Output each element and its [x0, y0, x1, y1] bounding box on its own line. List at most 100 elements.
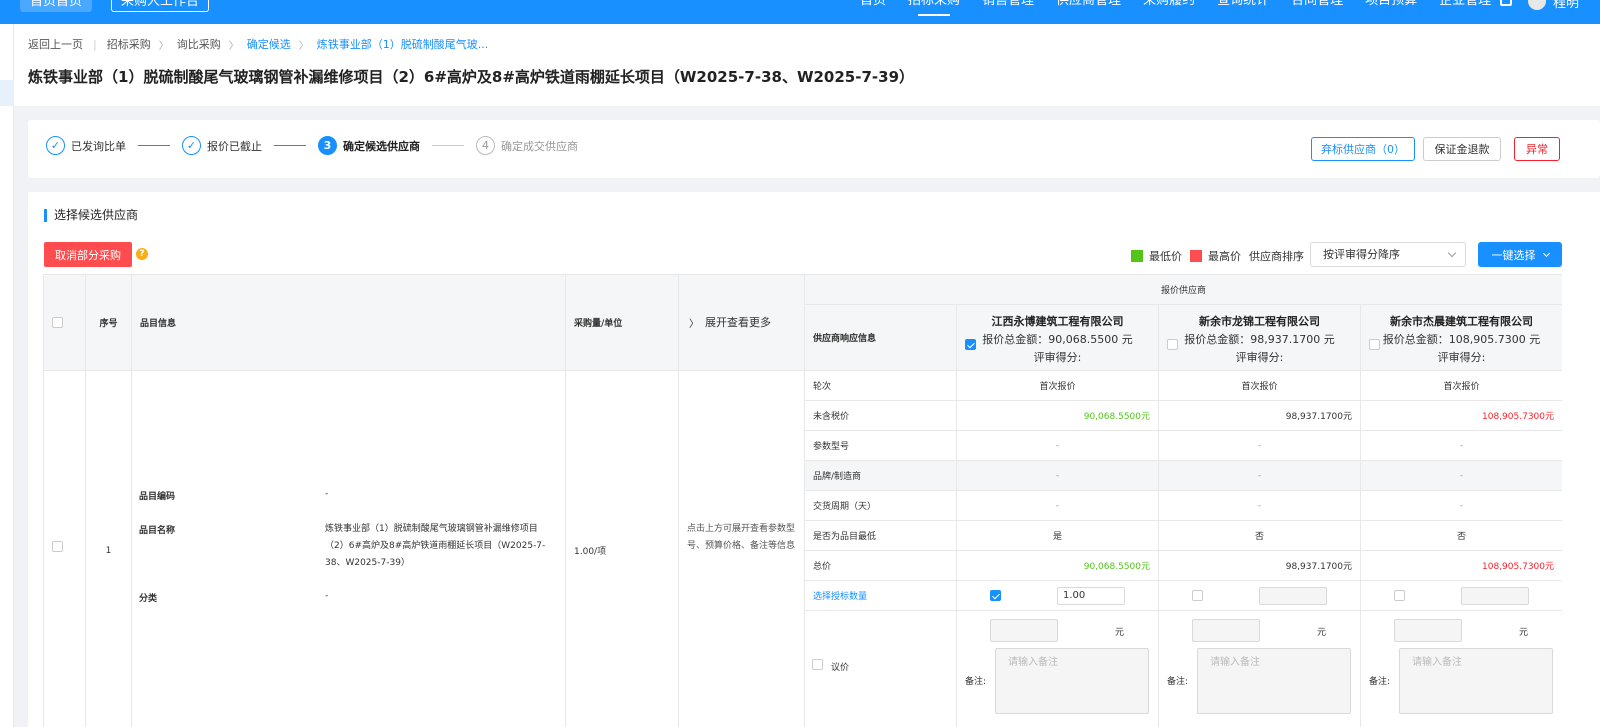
breadcrumb-item[interactable]: 招标采购: [107, 36, 151, 52]
yuan-unit: 元: [1317, 628, 1327, 638]
expand-more-link[interactable]: 展开查看更多: [705, 314, 771, 330]
remark-textarea[interactable]: 请输入备注: [1399, 648, 1553, 714]
remark-textarea[interactable]: 请输入备注: [1197, 648, 1351, 714]
remark-label: 备注:: [1369, 677, 1391, 687]
supplier-sort-select[interactable]: 按评审得分降序: [1310, 242, 1466, 267]
progress-steps: ✓ 已发询比单 ✓ 报价已截止 3 确定候选供应商 4 确定成交供应商: [46, 136, 578, 155]
award-qty-input[interactable]: [1461, 587, 1529, 605]
select-all-checkbox[interactable]: [52, 317, 63, 328]
menu-item-performance[interactable]: 采购履约: [1143, 0, 1195, 10]
breadcrumb-item[interactable]: 询比采购: [177, 36, 221, 52]
cancel-partial-purchase-button[interactable]: 取消部分采购: [44, 242, 132, 267]
avatar[interactable]: [1528, 0, 1546, 10]
supplier-name: 新余市龙锦工程有限公司: [1199, 315, 1320, 328]
menu-item-supplier[interactable]: 供应商管理: [1056, 0, 1121, 10]
abandoned-suppliers-button[interactable]: 弃标供应商（0）: [1311, 137, 1415, 161]
menu-item-enterprise[interactable]: 企业管理: [1439, 0, 1491, 10]
remark-textarea[interactable]: 请输入备注: [995, 648, 1149, 714]
breadcrumb: 返回上一页 | 招标采购 〉 询比采购 〉 确定候选 〉 炼铁事业部（1）脱硫制…: [28, 36, 488, 52]
award-qty-input[interactable]: 1.00: [1057, 587, 1125, 605]
header-expand-cell: 〉 展开查看更多: [679, 275, 805, 371]
supplier-score: 评审得分:: [1033, 351, 1082, 364]
supplier-total: 报价总金额：108,905.7300 元: [1382, 333, 1541, 346]
award-checkbox[interactable]: [1192, 590, 1203, 601]
chevron-down-icon: [1542, 249, 1550, 257]
row-expand-hint: 点击上方可展开查看参数型号、预算价格、备注等信息: [679, 371, 805, 727]
check-icon: ✓: [182, 136, 201, 155]
supplier-comparison-table: 序号 品目信息 采购量/单位 〉 展开查看更多 报价供应商 供应商响应信息 江西…: [43, 274, 1562, 727]
chevron-right-icon: 〉: [158, 40, 169, 52]
negotiate-price-input[interactable]: [990, 619, 1058, 642]
deposit-refund-button[interactable]: 保证金退款: [1423, 137, 1501, 161]
step-confirm-candidates: 3 确定候选供应商: [318, 136, 420, 155]
remark-label: 备注:: [1167, 677, 1189, 687]
row-qty-unit: 1.00/项: [566, 371, 679, 727]
one-key-select-button[interactable]: 一键选择: [1478, 242, 1562, 267]
item-name-value: 炼铁事业部（1）脱硫制酸尾气玻璃钢管补漏维修项目（2）6#高炉及8#高炉铁道雨棚…: [325, 524, 546, 568]
attr-value: 首次报价: [957, 371, 1159, 401]
attr-value: -: [957, 491, 1159, 521]
supplier-total: 报价总金额：98,937.1700 元: [1184, 333, 1335, 346]
page-header: 返回上一页 | 招标采购 〉 询比采购 〉 确定候选 〉 炼铁事业部（1）脱硫制…: [14, 24, 1600, 106]
breadcrumb-current: 炼铁事业部（1）脱硫制酸尾气玻...: [316, 38, 489, 51]
yuan-unit: 元: [1115, 628, 1125, 638]
award-qty-cell: [1159, 581, 1361, 611]
header-select-all-cell: [44, 275, 86, 371]
award-checkbox[interactable]: [990, 590, 1001, 601]
row-checkbox[interactable]: [52, 541, 63, 552]
sort-value: 按评审得分降序: [1323, 248, 1400, 261]
top-nav-bar: 首页首页 采购人工作台 首页 招标采购 销售管理 供应商管理 采购履约 查询统计…: [0, 0, 1600, 24]
menu-item-home[interactable]: 首页: [860, 0, 886, 10]
step-closed: ✓ 报价已截止: [182, 136, 262, 155]
step-label: 已发询比单: [71, 139, 126, 153]
home-button[interactable]: 首页首页: [20, 0, 93, 12]
negotiate-supplier-cell: 元 备注: 请输入备注: [1361, 611, 1562, 727]
help-icon[interactable]: ?: [136, 248, 148, 260]
sidebar-active-item[interactable]: [0, 80, 14, 106]
workbench-button[interactable]: 采购人工作台: [111, 0, 210, 12]
negotiate-checkbox[interactable]: [812, 659, 823, 670]
attr-label: 参数型号: [805, 431, 957, 461]
award-qty-input[interactable]: [1259, 587, 1327, 605]
menu-item-bidding[interactable]: 招标采购: [908, 0, 960, 16]
negotiate-price-input[interactable]: [1394, 619, 1462, 642]
chevron-right-icon: 〉: [228, 40, 239, 52]
item-code-value: -: [325, 489, 329, 499]
attr-value: 98,937.1700元: [1159, 551, 1361, 581]
abnormal-button[interactable]: 异常: [1514, 137, 1560, 161]
breadcrumb-item[interactable]: 确定候选: [247, 36, 291, 52]
row-select-cell: [44, 371, 86, 727]
attr-value: 首次报价: [1361, 371, 1562, 401]
page-title: 炼铁事业部（1）脱硫制酸尾气玻璃钢管补漏维修项目（2）6#高炉及8#高炉铁道雨棚…: [28, 68, 915, 86]
attr-label: 是否为品目最低: [805, 521, 957, 551]
menu-item-sales[interactable]: 销售管理: [982, 0, 1034, 10]
step-connector: [138, 145, 170, 146]
menu-item-statistics[interactable]: 查询统计: [1217, 0, 1269, 10]
row-item-info: 品目编码 - 品目名称 炼铁事业部（1）脱硫制酸尾气玻璃钢管补漏维修项目（2）6…: [132, 371, 566, 727]
breadcrumb-divider: |: [93, 37, 97, 51]
back-link[interactable]: 返回上一页: [28, 36, 83, 52]
negotiate-price-input[interactable]: [1192, 619, 1260, 642]
lowest-price-label: 最低价: [1149, 250, 1182, 263]
user-name[interactable]: 程明: [1553, 0, 1579, 11]
sidebar-collapsed: [0, 24, 14, 727]
step-label: 报价已截止: [207, 139, 262, 153]
attr-value: -: [1159, 461, 1361, 491]
bell-icon[interactable]: [1500, 0, 1512, 6]
supplier-score: 评审得分:: [1235, 351, 1284, 364]
award-checkbox[interactable]: [1394, 590, 1405, 601]
main-menu: 首页 招标采购 销售管理 供应商管理 采购履约 查询统计 合同管理 项目预算 企…: [860, 0, 1513, 16]
menu-item-contract[interactable]: 合同管理: [1291, 0, 1343, 10]
menu-item-budget[interactable]: 项目预算: [1365, 0, 1417, 10]
select-award-qty-label[interactable]: 选择授标数量: [805, 581, 957, 611]
attr-value: -: [957, 461, 1159, 491]
attr-value: -: [957, 431, 1159, 461]
attr-label: 未含税价: [805, 401, 957, 431]
item-category-label: 分类: [139, 594, 158, 604]
header-quote-suppliers: 报价供应商: [805, 275, 1562, 305]
item-code-label: 品目编码: [139, 492, 176, 502]
chevron-down-icon: [1447, 248, 1457, 258]
chevron-right-icon[interactable]: 〉: [689, 315, 699, 330]
expand-hint-text: 点击上方可展开查看参数型号、预算价格、备注等信息: [687, 524, 796, 551]
row-seq: 1: [86, 371, 132, 727]
